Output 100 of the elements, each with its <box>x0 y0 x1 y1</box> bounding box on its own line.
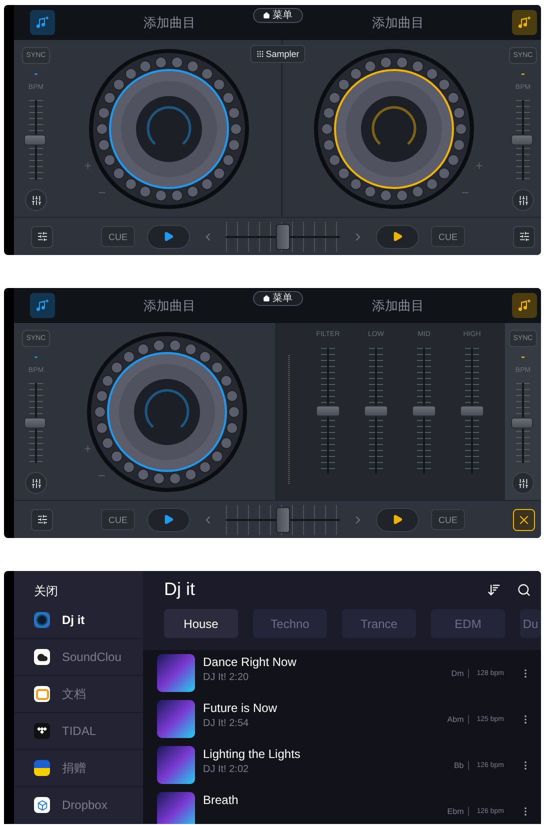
source-item[interactable]: TIDAL <box>14 713 143 750</box>
add-track-button[interactable] <box>512 10 537 35</box>
slider-thumb[interactable] <box>511 134 533 146</box>
album-art <box>157 654 195 692</box>
cue-button[interactable]: CUE <box>101 509 135 530</box>
settings-button[interactable] <box>31 226 53 248</box>
sliders-icon <box>30 478 42 488</box>
track-title: Lighting the Lights <box>203 747 302 761</box>
track-key: Ebm <box>447 806 469 816</box>
bpm-value: - <box>521 69 525 79</box>
jog-wheel-drawing[interactable] <box>314 48 474 208</box>
sliders-icon <box>36 514 48 525</box>
add-track-label: 添加曲目 <box>372 14 424 32</box>
jog-wheel-drawing[interactable] <box>89 48 250 208</box>
dots-icon <box>34 723 50 739</box>
music-note-plus-icon <box>36 16 50 30</box>
eq-button[interactable] <box>25 472 47 494</box>
plus-sign: + <box>84 441 92 456</box>
track-title: Dance Right Now <box>203 655 298 669</box>
cue-button[interactable]: CUE <box>101 226 135 247</box>
music-note-plus-icon <box>518 298 532 312</box>
cloud-icon <box>34 649 50 665</box>
sliders-icon <box>518 231 530 242</box>
home-icon <box>262 12 270 19</box>
minus-sign: − <box>461 185 469 200</box>
play-button[interactable] <box>376 508 419 532</box>
track-key: Bb <box>454 760 469 770</box>
source-item[interactable]: 捐赠 <box>14 750 143 787</box>
sliders-icon <box>518 478 528 488</box>
flag-icon <box>34 760 50 776</box>
play-button[interactable] <box>147 224 190 248</box>
track-title: Breath <box>203 793 240 807</box>
track-key: Abm <box>447 714 469 724</box>
genre-tab[interactable]: EDM <box>431 609 505 638</box>
play-icon <box>163 231 174 242</box>
minus-sign: − <box>98 185 106 200</box>
add-track-label: 添加曲目 <box>143 296 196 314</box>
source-item[interactable]: Dropbox <box>14 787 143 824</box>
genre-tab[interactable]: Du <box>520 609 541 638</box>
slider-thumb[interactable] <box>460 406 484 416</box>
add-track-label: 添加曲目 <box>143 14 196 32</box>
source-item[interactable]: 文档 <box>14 676 143 713</box>
slider-thumb[interactable] <box>24 134 46 146</box>
jog-wheel-drawing[interactable] <box>86 332 246 492</box>
genre-tab[interactable]: Trance <box>342 609 416 638</box>
menu-button[interactable]: 菜单 <box>252 8 302 23</box>
track-title: Future is Now <box>203 701 278 715</box>
slider-thumb[interactable] <box>412 406 436 416</box>
play-icon <box>392 231 403 242</box>
eq-button[interactable] <box>512 472 534 494</box>
sort-icon[interactable] <box>487 582 501 596</box>
album-art <box>157 746 195 784</box>
source-item[interactable]: SoundClou <box>14 639 143 676</box>
bpm-value: - <box>521 352 525 362</box>
bpm-value: - <box>34 69 38 79</box>
folder-icon <box>34 686 50 702</box>
settings-button[interactable] <box>513 226 535 248</box>
track-artist-duration: DJ It! 2:02 <box>203 764 250 775</box>
music-note-plus-icon <box>518 16 532 30</box>
eq-button[interactable] <box>25 189 47 211</box>
bpm-value: - <box>34 352 38 362</box>
genre-tab[interactable]: House <box>164 609 238 638</box>
menu-button[interactable]: 菜单 <box>252 291 302 306</box>
library-title: Dj it <box>164 579 196 600</box>
album-art <box>157 700 195 738</box>
sampler-button[interactable]: Sampler <box>250 45 306 63</box>
play-icon <box>392 514 403 525</box>
slider-thumb[interactable] <box>364 406 388 416</box>
close-button[interactable] <box>513 508 535 530</box>
sliders-icon <box>518 194 528 206</box>
cue-button[interactable]: CUE <box>431 226 465 247</box>
settings-button[interactable] <box>31 508 53 530</box>
track-artist-duration: DJ It! 2:54 <box>203 718 250 729</box>
close-button[interactable]: 关闭 <box>14 571 143 602</box>
music-note-plus-icon <box>36 298 50 312</box>
track-key: Dm <box>451 668 469 678</box>
slider-thumb[interactable] <box>24 418 46 428</box>
play-button[interactable] <box>147 508 190 532</box>
add-track-label: 添加曲目 <box>372 296 424 314</box>
slider-thumb[interactable] <box>511 418 533 428</box>
search-icon[interactable] <box>517 582 531 596</box>
add-track-button[interactable] <box>512 293 537 318</box>
play-button[interactable] <box>376 224 419 248</box>
sliders-icon <box>30 194 42 206</box>
box-icon <box>34 797 50 813</box>
sliders-icon <box>36 231 48 242</box>
add-track-button[interactable] <box>30 293 55 318</box>
crossfader-thumb[interactable] <box>276 224 290 250</box>
add-track-button[interactable] <box>30 10 55 35</box>
cue-button[interactable]: CUE <box>431 509 465 530</box>
genre-tab[interactable]: Techno <box>253 609 327 638</box>
album-art <box>157 792 195 824</box>
play-icon <box>163 514 174 525</box>
minus-sign: − <box>98 468 106 483</box>
crossfader-thumb[interactable] <box>276 506 290 532</box>
source-item[interactable]: Dj it <box>14 602 143 639</box>
slider-thumb[interactable] <box>316 406 340 416</box>
home-icon <box>262 295 270 302</box>
eq-button[interactable] <box>512 189 534 211</box>
track-artist-duration: DJ It! 2:20 <box>203 672 250 683</box>
